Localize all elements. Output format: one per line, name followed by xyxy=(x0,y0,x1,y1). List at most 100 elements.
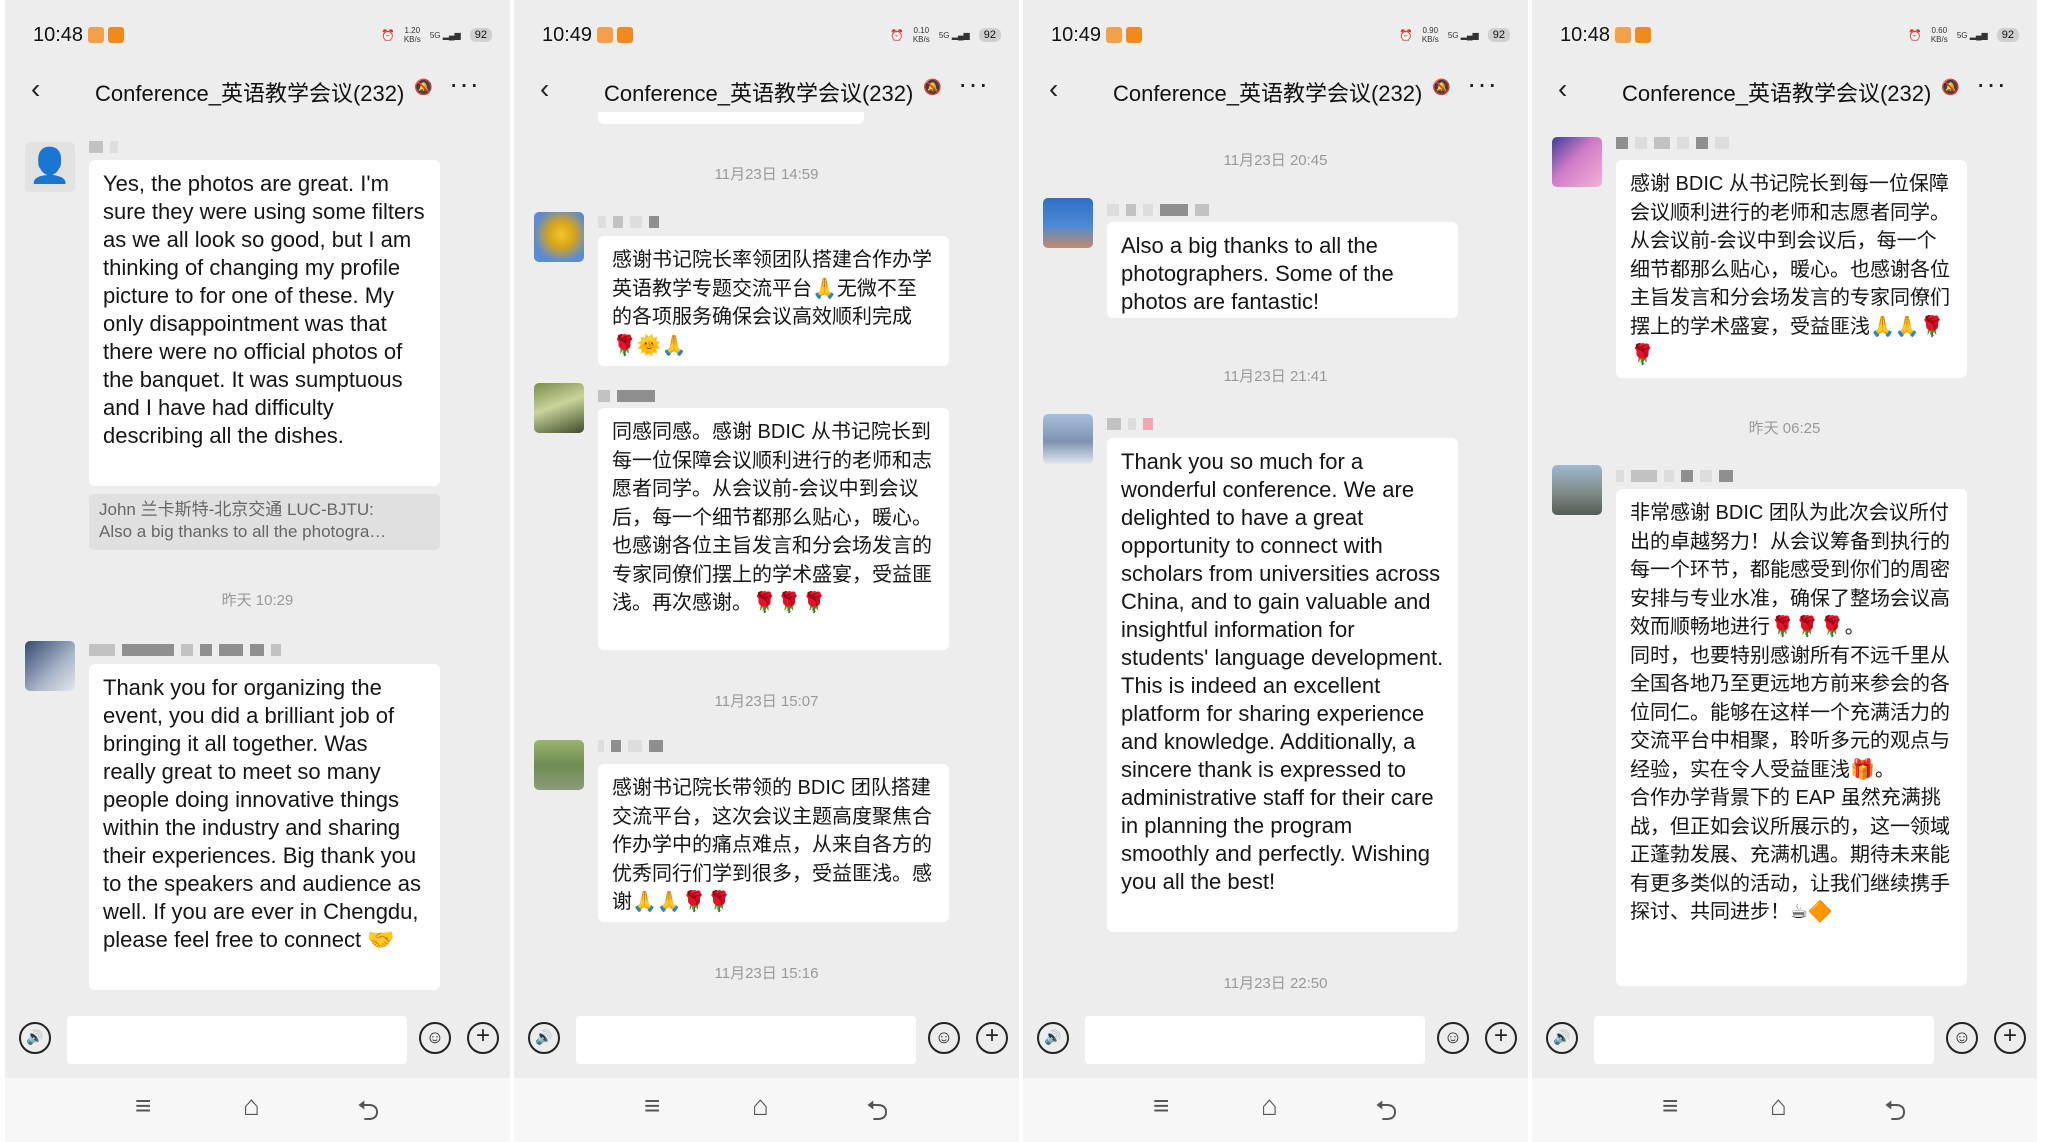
message-bubble[interactable]: Thank you for organizing the event, you … xyxy=(89,664,440,990)
more-icon[interactable]: ··· xyxy=(1976,68,2007,100)
notification-icons xyxy=(1615,26,1655,44)
sender-name-redacted xyxy=(1107,204,1216,218)
phone-screen-4: 10:48 ⏰ 0.60 KB/s 5G ▂▄▆ 92 ‹ Conference… xyxy=(1532,0,2037,1142)
avatar[interactable] xyxy=(1043,198,1093,248)
avatar[interactable] xyxy=(1552,137,1602,187)
plus-icon[interactable]: + xyxy=(1994,1022,2026,1054)
more-icon[interactable]: ··· xyxy=(449,68,480,100)
emoji-icon[interactable]: ☺ xyxy=(928,1022,960,1054)
voice-input-icon[interactable]: 🔊 xyxy=(1037,1022,1069,1054)
chat-title: Conference_英语教学会议(232) xyxy=(604,81,914,106)
message-bubble[interactable]: Also a big thanks to all the photographe… xyxy=(1107,222,1458,318)
emoji-icon[interactable]: ☺ xyxy=(419,1022,451,1054)
message-input[interactable] xyxy=(576,1016,916,1064)
voice-input-icon[interactable]: 🔊 xyxy=(1546,1022,1578,1054)
message-text: Thank you so much for a wonderful confer… xyxy=(1121,449,1444,894)
back-icon[interactable]: ‹ xyxy=(1558,73,1567,105)
home-icon[interactable]: ⌂ xyxy=(752,1090,769,1122)
home-icon[interactable]: ⌂ xyxy=(1770,1090,1787,1122)
plus-icon[interactable]: + xyxy=(467,1022,499,1054)
home-icon[interactable]: ⌂ xyxy=(1261,1090,1278,1122)
nav-back-icon[interactable]: ⮌ xyxy=(1884,1090,1906,1138)
notification-icons xyxy=(597,26,637,44)
voice-input-icon[interactable]: 🔊 xyxy=(528,1022,560,1054)
input-bar: 🔊 ☺ + xyxy=(1023,1006,1528,1078)
emoji-icon[interactable]: ☺ xyxy=(1437,1022,1469,1054)
home-icon[interactable]: ⌂ xyxy=(243,1090,260,1122)
avatar[interactable] xyxy=(25,641,75,691)
back-icon[interactable]: ‹ xyxy=(1049,73,1058,105)
avatar[interactable] xyxy=(1552,465,1602,515)
menu-icon[interactable]: ≡ xyxy=(1662,1090,1678,1122)
status-right: ⏰ 0.90 KB/s 5G ▂▄▆ 92 xyxy=(1393,26,1510,44)
more-icon[interactable]: ··· xyxy=(958,68,989,100)
app-notification-icon xyxy=(617,26,633,43)
message-paragraph: 非常感谢 BDIC 团队为此次会议所付出的卓越努力！从会议筹备到执行的每一个环节… xyxy=(1630,502,1950,638)
sender-name-redacted xyxy=(1616,470,1740,484)
system-nav-bar: ≡ ⌂ ⮌ xyxy=(514,1078,1019,1142)
status-time: 10:49 xyxy=(542,24,593,46)
more-icon[interactable]: ··· xyxy=(1467,68,1498,100)
app-notification-icon xyxy=(1126,26,1142,43)
message-bubble[interactable]: Yes, the photos are great. I'm sure they… xyxy=(89,160,440,486)
quote-text: Also a big thanks to all the photogra… xyxy=(99,522,387,541)
handshake-emoji: 🤝 xyxy=(367,927,395,952)
network-speed: 1.20 KB/s xyxy=(403,26,421,44)
app-notification-icon xyxy=(1106,26,1122,43)
status-time: 10:49 xyxy=(1051,24,1102,46)
avatar[interactable] xyxy=(534,383,584,433)
plus-icon[interactable]: + xyxy=(1485,1022,1517,1054)
timestamp: 11月23日 20:45 xyxy=(1223,152,1328,169)
battery-level: 92 xyxy=(1487,28,1510,42)
menu-icon[interactable]: ≡ xyxy=(644,1090,660,1122)
notification-icons xyxy=(88,26,128,44)
status-bar: 10:48 ⏰ 1.20 KB/s 5G ▂▄▆ 92 xyxy=(5,18,510,54)
alarm-icon: ⏰ xyxy=(1399,29,1413,42)
plus-icon[interactable]: + xyxy=(976,1022,1008,1054)
menu-icon[interactable]: ≡ xyxy=(1153,1090,1169,1122)
chat-header: ‹ Conference_英语教学会议(232) 🔕 ··· xyxy=(1023,66,1528,112)
message-input[interactable] xyxy=(67,1016,407,1064)
mute-icon: 🔕 xyxy=(923,79,942,96)
avatar[interactable] xyxy=(534,212,584,262)
status-bar: 10:49 ⏰ 0.10 KB/s 5G ▂▄▆ 92 xyxy=(514,18,1019,54)
menu-icon[interactable]: ≡ xyxy=(135,1090,151,1122)
nav-back-icon[interactable]: ⮌ xyxy=(866,1090,888,1138)
mute-icon: 🔕 xyxy=(414,79,433,96)
avatar[interactable]: 👤 xyxy=(25,142,75,192)
message-bubble[interactable]: 非常感谢 BDIC 团队为此次会议所付出的卓越努力！从会议筹备到执行的每一个环节… xyxy=(1616,489,1967,986)
message-bubble[interactable]: 感谢 BDIC 从书记院长到每一位保障会议顺利进行的老师和志愿者同学。从会议前-… xyxy=(1616,160,1967,378)
message-bubble[interactable]: Thank you so much for a wonderful confer… xyxy=(1107,438,1458,932)
message-bubble[interactable]: 感谢书记院长率领团队搭建合作办学英语教学专题交流平台🙏无微不至的各项服务确保会议… xyxy=(598,236,949,366)
quote-author: John 兰卡斯特-北京交通 LUC-BJTU: xyxy=(99,500,374,519)
timestamp: 11月23日 15:07 xyxy=(714,693,819,710)
timestamp: 11月23日 14:59 xyxy=(714,166,819,183)
chat-header: ‹ Conference_英语教学会议(232) 🔕 ··· xyxy=(5,66,510,112)
message-bubble[interactable]: 感谢书记院长带领的 BDIC 团队搭建交流平台，这次会议主题高度聚焦合作办学中的… xyxy=(598,764,949,922)
emoji-icon[interactable]: ☺ xyxy=(1946,1022,1978,1054)
back-icon[interactable]: ‹ xyxy=(540,73,549,105)
avatar[interactable] xyxy=(1043,414,1093,464)
system-nav-bar: ≡ ⌂ ⮌ xyxy=(5,1078,510,1142)
message-bubble[interactable]: 同感同感。感谢 BDIC 从书记院长到每一位保障会议顺利进行的老师和志愿者同学。… xyxy=(598,408,949,650)
quoted-message[interactable]: John 兰卡斯特-北京交通 LUC-BJTU: Also a big than… xyxy=(89,494,440,550)
message-body: Thank you for organizing the event, you … xyxy=(103,675,422,952)
message-text: Also a big thanks to all the photographe… xyxy=(1121,233,1394,314)
message-input[interactable] xyxy=(1594,1016,1934,1064)
phone-screen-2: 10:49 ⏰ 0.10 KB/s 5G ▂▄▆ 92 ‹ Conference… xyxy=(514,0,1019,1142)
notification-icons xyxy=(1106,26,1146,44)
avatar[interactable] xyxy=(534,740,584,790)
app-notification-icon xyxy=(1635,26,1651,43)
nav-back-icon[interactable]: ⮌ xyxy=(1375,1090,1397,1138)
nav-back-icon[interactable]: ⮌ xyxy=(357,1090,379,1138)
message-text: Thank you for organizing the event, you … xyxy=(103,674,426,954)
network-speed: 0.60 KB/s xyxy=(1930,26,1948,44)
message-input[interactable] xyxy=(1085,1016,1425,1064)
sender-name-redacted xyxy=(598,216,666,230)
chat-title: Conference_英语教学会议(232) xyxy=(1622,81,1932,106)
chat-header: ‹ Conference_英语教学会议(232) 🔕 ··· xyxy=(514,66,1019,112)
status-right: ⏰ 1.20 KB/s 5G ▂▄▆ 92 xyxy=(375,26,492,44)
back-icon[interactable]: ‹ xyxy=(31,73,40,105)
mute-icon: 🔕 xyxy=(1941,79,1960,96)
voice-input-icon[interactable]: 🔊 xyxy=(19,1022,51,1054)
